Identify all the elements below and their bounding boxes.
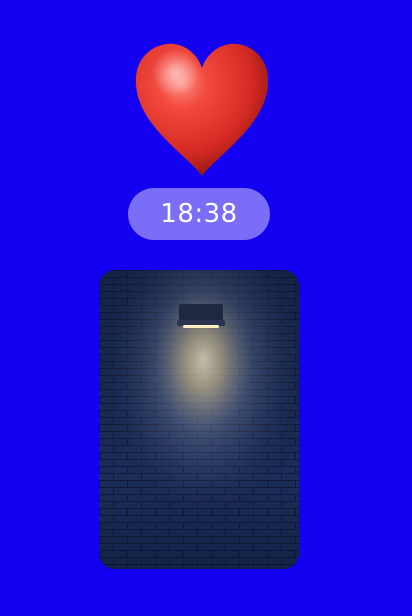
- brick-wall-image: [99, 270, 299, 569]
- time-label: 18:38: [160, 199, 238, 229]
- lamp-icon: [177, 304, 225, 328]
- heart-icon[interactable]: [130, 38, 274, 178]
- screen: 18:38: [0, 0, 412, 616]
- wallpaper-photo[interactable]: [99, 270, 299, 569]
- time-badge: 18:38: [128, 188, 270, 240]
